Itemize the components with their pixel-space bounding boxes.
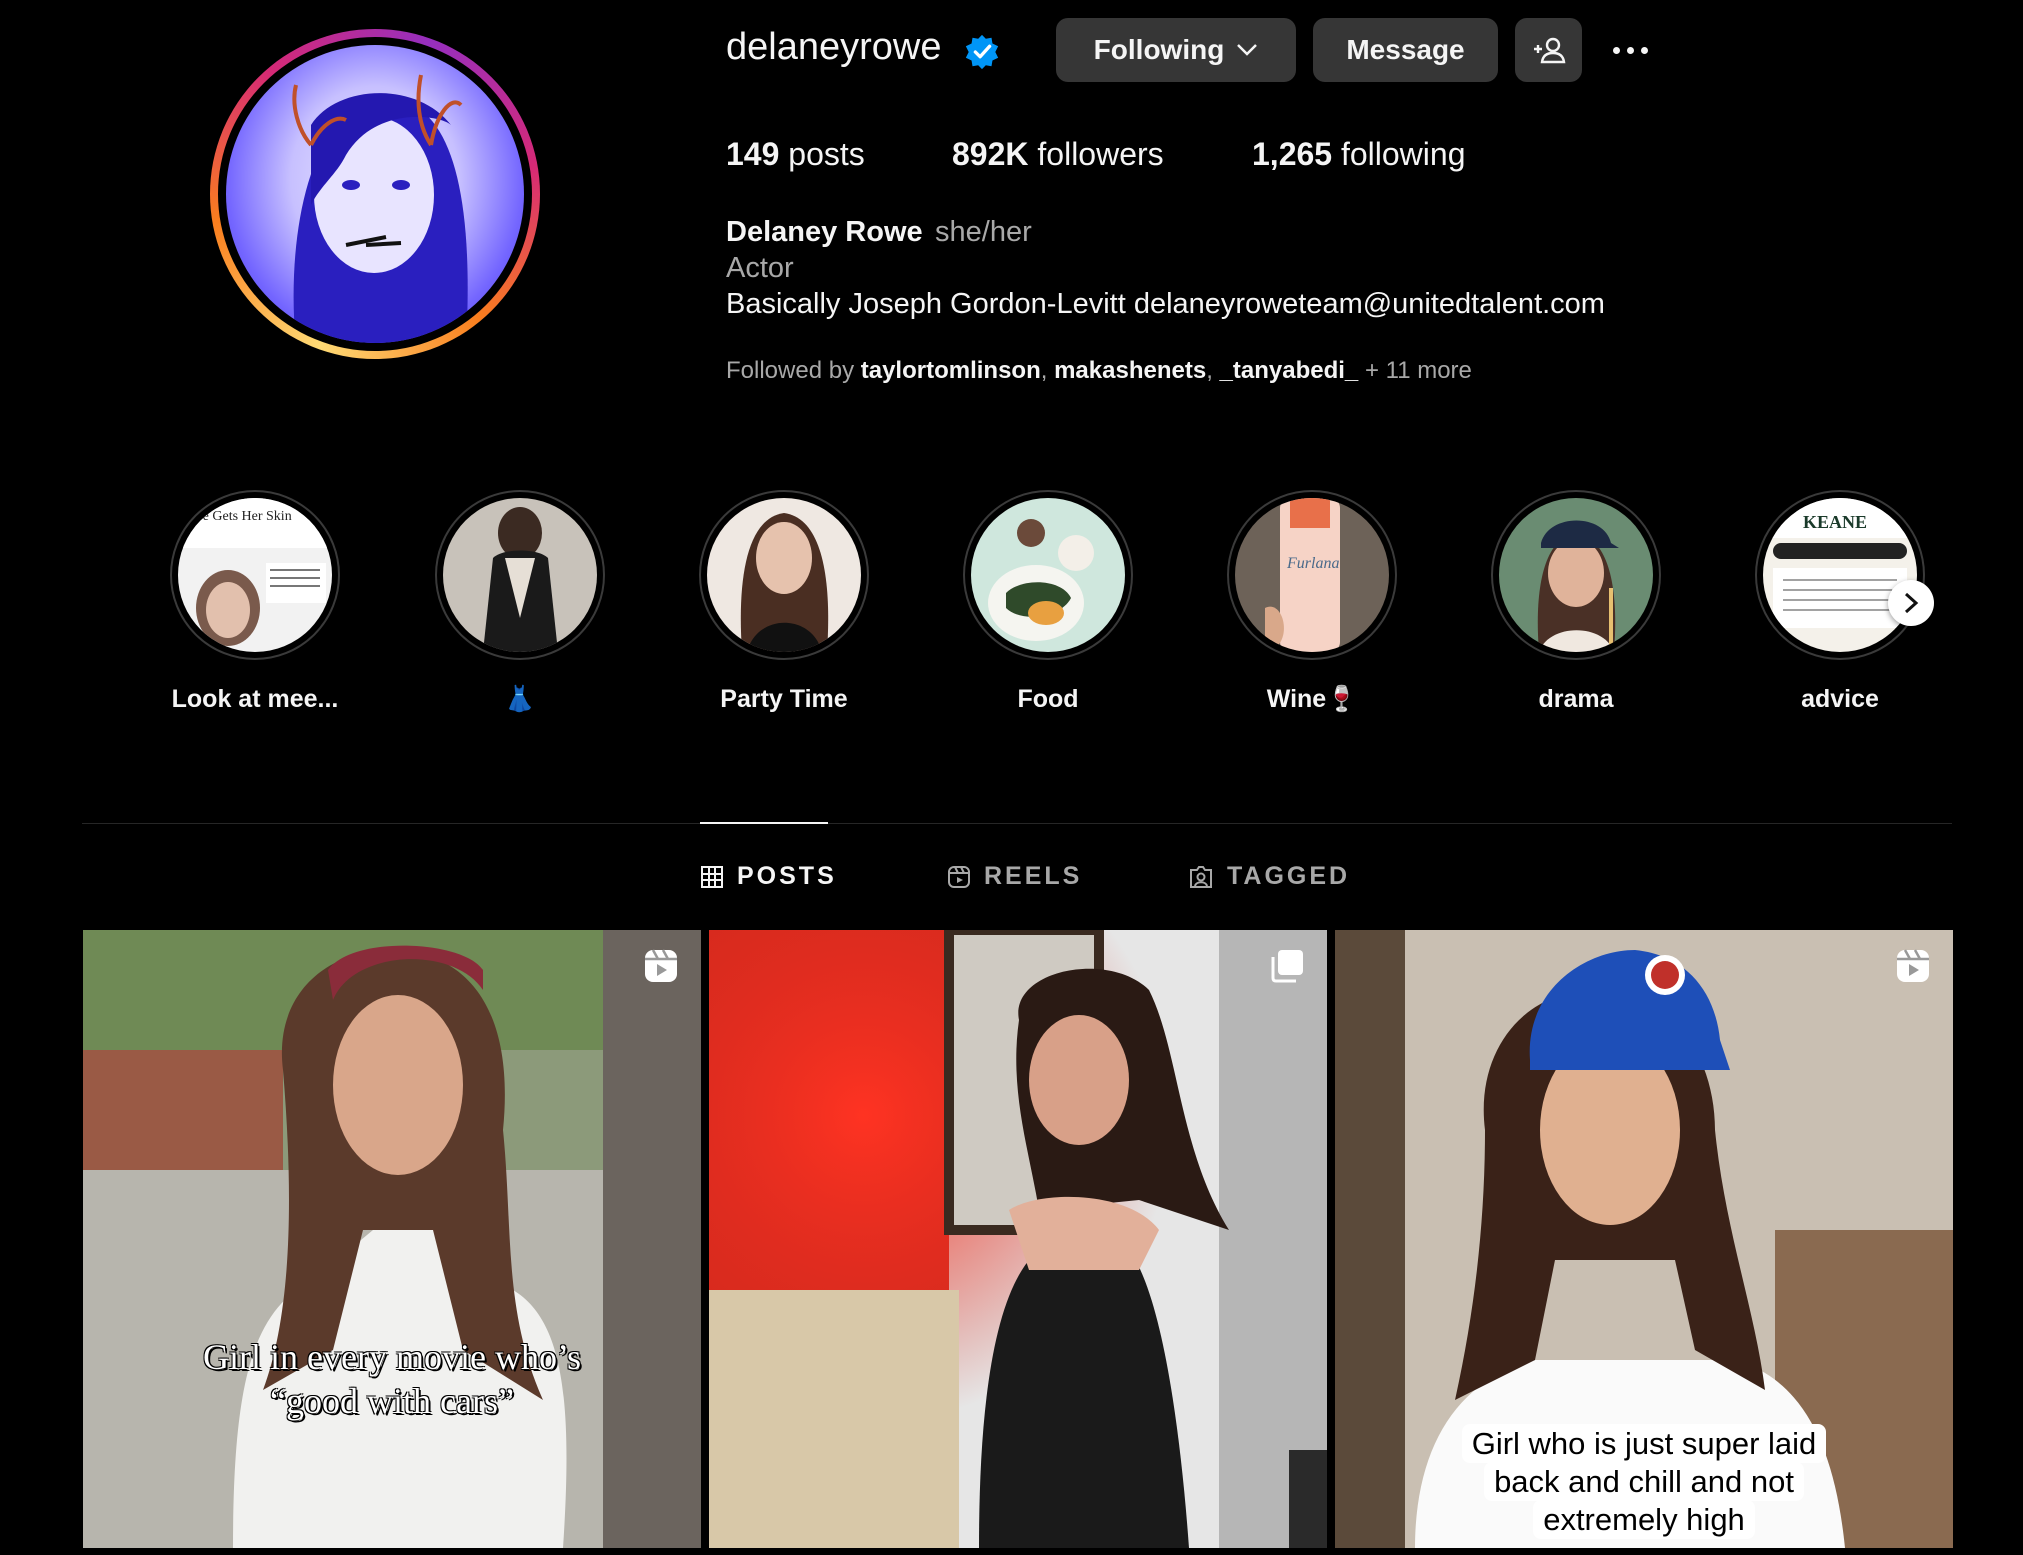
- tab-tagged-label: TAGGED: [1227, 862, 1351, 890]
- highlight-item[interactable]: Party Time: [694, 490, 874, 714]
- carousel-icon: [1271, 950, 1303, 983]
- highlight-item[interactable]: Furlana Wine🍷: [1222, 490, 1402, 714]
- svg-text:re Gets Her Skin: re Gets Her Skin: [198, 509, 292, 524]
- reels-icon: [948, 865, 970, 888]
- profile-page: delaneyrowe Following Message 149 posts …: [0, 0, 2023, 1555]
- posts-count: 149 posts: [726, 136, 865, 172]
- tab-posts-label: POSTS: [737, 862, 837, 890]
- post-tile[interactable]: Girl in every movie who’s “good with cars…: [83, 930, 701, 1548]
- highlight-label: Party Time: [720, 685, 848, 713]
- post-image: [83, 930, 701, 1548]
- avatar-image: [226, 45, 524, 343]
- highlight-label: advice: [1801, 685, 1879, 713]
- full-name: Delaney Rowe: [726, 216, 923, 248]
- post-image: [709, 930, 1327, 1548]
- profile-avatar[interactable]: [210, 29, 540, 359]
- svg-text:KEANE: KEANE: [1803, 512, 1867, 532]
- highlights-next-button[interactable]: [1888, 580, 1934, 626]
- add-user-icon: [1533, 37, 1565, 64]
- highlight-item[interactable]: 👗: [430, 490, 610, 714]
- chevron-right-icon: [1904, 592, 1919, 614]
- followed-by[interactable]: Followed by taylortomlinson, makashenets…: [726, 357, 1472, 385]
- post-caption: Girl who is just super laid back and chi…: [1335, 1424, 1953, 1539]
- following-button-label: Following: [1093, 34, 1225, 65]
- tabs-divider: [82, 823, 1952, 824]
- verified-badge-icon: [965, 34, 999, 70]
- grid-icon: [701, 865, 723, 888]
- followers-link[interactable]: 892K followers: [952, 136, 1164, 173]
- tab-posts[interactable]: POSTS: [701, 862, 837, 891]
- highlight-item[interactable]: re Gets Her Skin Look at mee...: [165, 490, 345, 714]
- pronouns: she/her: [935, 216, 1032, 248]
- tagged-icon: [1190, 865, 1212, 888]
- category-label: Actor: [726, 252, 794, 284]
- reel-icon: [645, 949, 677, 982]
- highlight-label: Look at mee...: [171, 685, 339, 713]
- post-tile[interactable]: Girl who is just super laid back and chi…: [1335, 930, 1953, 1548]
- chevron-down-icon: [1237, 44, 1258, 56]
- active-tab-indicator: [700, 822, 828, 824]
- post-caption: Girl in every movie who’s “good with cars…: [203, 1337, 581, 1421]
- username: delaneyrowe: [726, 26, 942, 68]
- highlight-label: drama: [1538, 685, 1614, 713]
- highlight-item[interactable]: Food: [958, 490, 1138, 714]
- highlight-label: Food: [1017, 685, 1079, 713]
- message-button-label: Message: [1346, 34, 1465, 65]
- tab-reels[interactable]: REELS: [948, 862, 1082, 891]
- reel-icon: [1897, 949, 1929, 982]
- tab-tagged[interactable]: TAGGED: [1189, 862, 1350, 891]
- svg-text:Furlana: Furlana: [1286, 555, 1339, 572]
- highlight-label: Wine🍷: [1266, 685, 1358, 713]
- more-options-icon[interactable]: [1600, 28, 1660, 72]
- highlight-label: 👗: [504, 685, 536, 713]
- post-tile[interactable]: [709, 930, 1327, 1548]
- message-button[interactable]: Message: [1313, 18, 1498, 82]
- tab-reels-label: REELS: [984, 862, 1083, 890]
- highlight-item[interactable]: drama: [1486, 490, 1666, 714]
- bio-text: Basically Joseph Gordon-Levitt delaneyro…: [726, 288, 1605, 320]
- following-button[interactable]: Following: [1056, 18, 1296, 82]
- suggested-users-button[interactable]: [1515, 18, 1582, 82]
- following-link[interactable]: 1,265 following: [1252, 136, 1465, 173]
